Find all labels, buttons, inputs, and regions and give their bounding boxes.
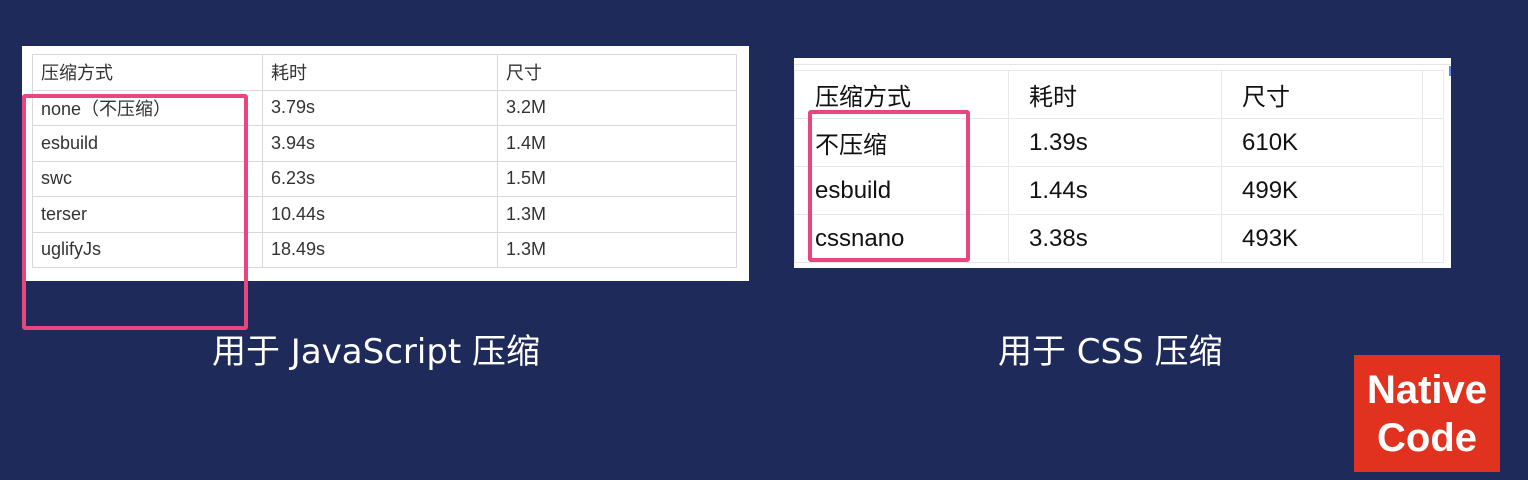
table-row: terser 10.44s 1.3M xyxy=(32,196,737,233)
cell-method: esbuild xyxy=(794,166,1009,215)
table-row: esbuild 3.94s 1.4M xyxy=(32,125,737,162)
cell-time: 6.23s xyxy=(262,160,498,197)
cell-size: 1.4M xyxy=(497,125,737,162)
cell-method: cssnano xyxy=(794,214,1009,263)
cell-size: 1.3M xyxy=(497,231,737,268)
cell-size: 1.5M xyxy=(497,160,737,197)
cell-time: 1.39s xyxy=(1008,118,1222,167)
empty-cell xyxy=(1422,214,1444,263)
cell-method: swc xyxy=(32,160,263,197)
cell-method: esbuild xyxy=(32,125,263,162)
table-header-row: 压缩方式 耗时 尺寸 xyxy=(32,54,737,91)
js-table-caption: 用于 JavaScript 压缩 xyxy=(212,332,541,372)
table-row: cssnano 3.38s 493K xyxy=(794,214,1444,263)
table-header-row: 压缩方式 耗时 尺寸 xyxy=(794,70,1444,119)
cell-time: 1.44s xyxy=(1008,166,1222,215)
cell-size: 499K xyxy=(1221,166,1423,215)
column-header-method: 压缩方式 xyxy=(794,70,1009,119)
cell-time: 18.49s xyxy=(262,231,498,268)
grid-line xyxy=(794,64,1451,65)
column-header-time: 耗时 xyxy=(262,54,498,91)
cell-time: 3.38s xyxy=(1008,214,1222,263)
css-compression-table: 压缩方式 耗时 尺寸 不压缩 1.39s 610K esbuild 1.44s … xyxy=(794,70,1444,263)
logo-line-1: Native xyxy=(1366,367,1488,412)
cell-size: 3.2M xyxy=(497,89,737,126)
empty-cell xyxy=(1422,166,1444,215)
cell-method: none（不压缩） xyxy=(32,89,263,126)
empty-cell xyxy=(1422,70,1444,119)
cell-size: 493K xyxy=(1221,214,1423,263)
selection-edge xyxy=(1449,66,1451,76)
cell-size: 1.3M xyxy=(497,196,737,233)
cell-size: 610K xyxy=(1221,118,1423,167)
js-compression-table: 压缩方式 耗时 尺寸 none（不压缩） 3.79s 3.2M esbuild … xyxy=(32,54,737,268)
table-row: none（不压缩） 3.79s 3.2M xyxy=(32,89,737,126)
empty-cell xyxy=(1422,118,1444,167)
table-row: uglifyJs 18.49s 1.3M xyxy=(32,231,737,268)
table-row: 不压缩 1.39s 610K xyxy=(794,118,1444,167)
css-compression-table-panel: 压缩方式 耗时 尺寸 不压缩 1.39s 610K esbuild 1.44s … xyxy=(794,58,1451,268)
native-code-logo: Native Code xyxy=(1354,355,1500,472)
cell-method: uglifyJs xyxy=(32,231,263,268)
css-table-caption: 用于 CSS 压缩 xyxy=(998,332,1223,372)
cell-method: 不压缩 xyxy=(794,118,1009,167)
cell-method: terser xyxy=(32,196,263,233)
column-header-size: 尺寸 xyxy=(497,54,737,91)
column-header-time: 耗时 xyxy=(1008,70,1222,119)
cell-time: 3.79s xyxy=(262,89,498,126)
cell-time: 10.44s xyxy=(262,196,498,233)
cell-time: 3.94s xyxy=(262,125,498,162)
table-row: swc 6.23s 1.5M xyxy=(32,160,737,197)
js-compression-table-panel: 压缩方式 耗时 尺寸 none（不压缩） 3.79s 3.2M esbuild … xyxy=(22,46,749,281)
table-row: esbuild 1.44s 499K xyxy=(794,166,1444,215)
logo-line-2: Code xyxy=(1377,415,1477,460)
column-header-method: 压缩方式 xyxy=(32,54,263,91)
column-header-size: 尺寸 xyxy=(1221,70,1423,119)
